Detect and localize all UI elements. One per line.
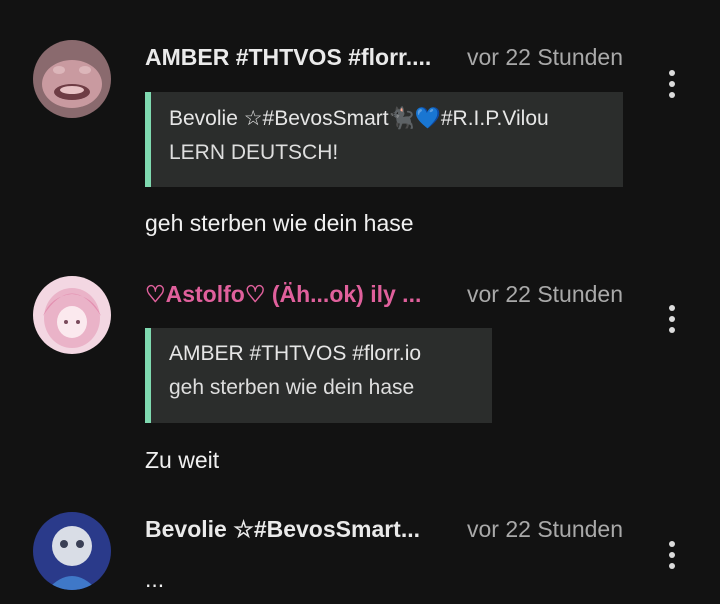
comment-timestamp: vor 22 Stunden: [467, 516, 624, 542]
more-vertical-icon: [669, 541, 675, 547]
comment-author[interactable]: Bevolie ☆#BevosSmart...: [145, 516, 420, 543]
comment-text: ...: [145, 566, 165, 592]
avatar[interactable]: [33, 512, 111, 590]
more-options-button[interactable]: [662, 537, 682, 573]
comment-item: Bevolie ☆#BevosSmart... vor 22 Stunden .…: [0, 0, 720, 604]
